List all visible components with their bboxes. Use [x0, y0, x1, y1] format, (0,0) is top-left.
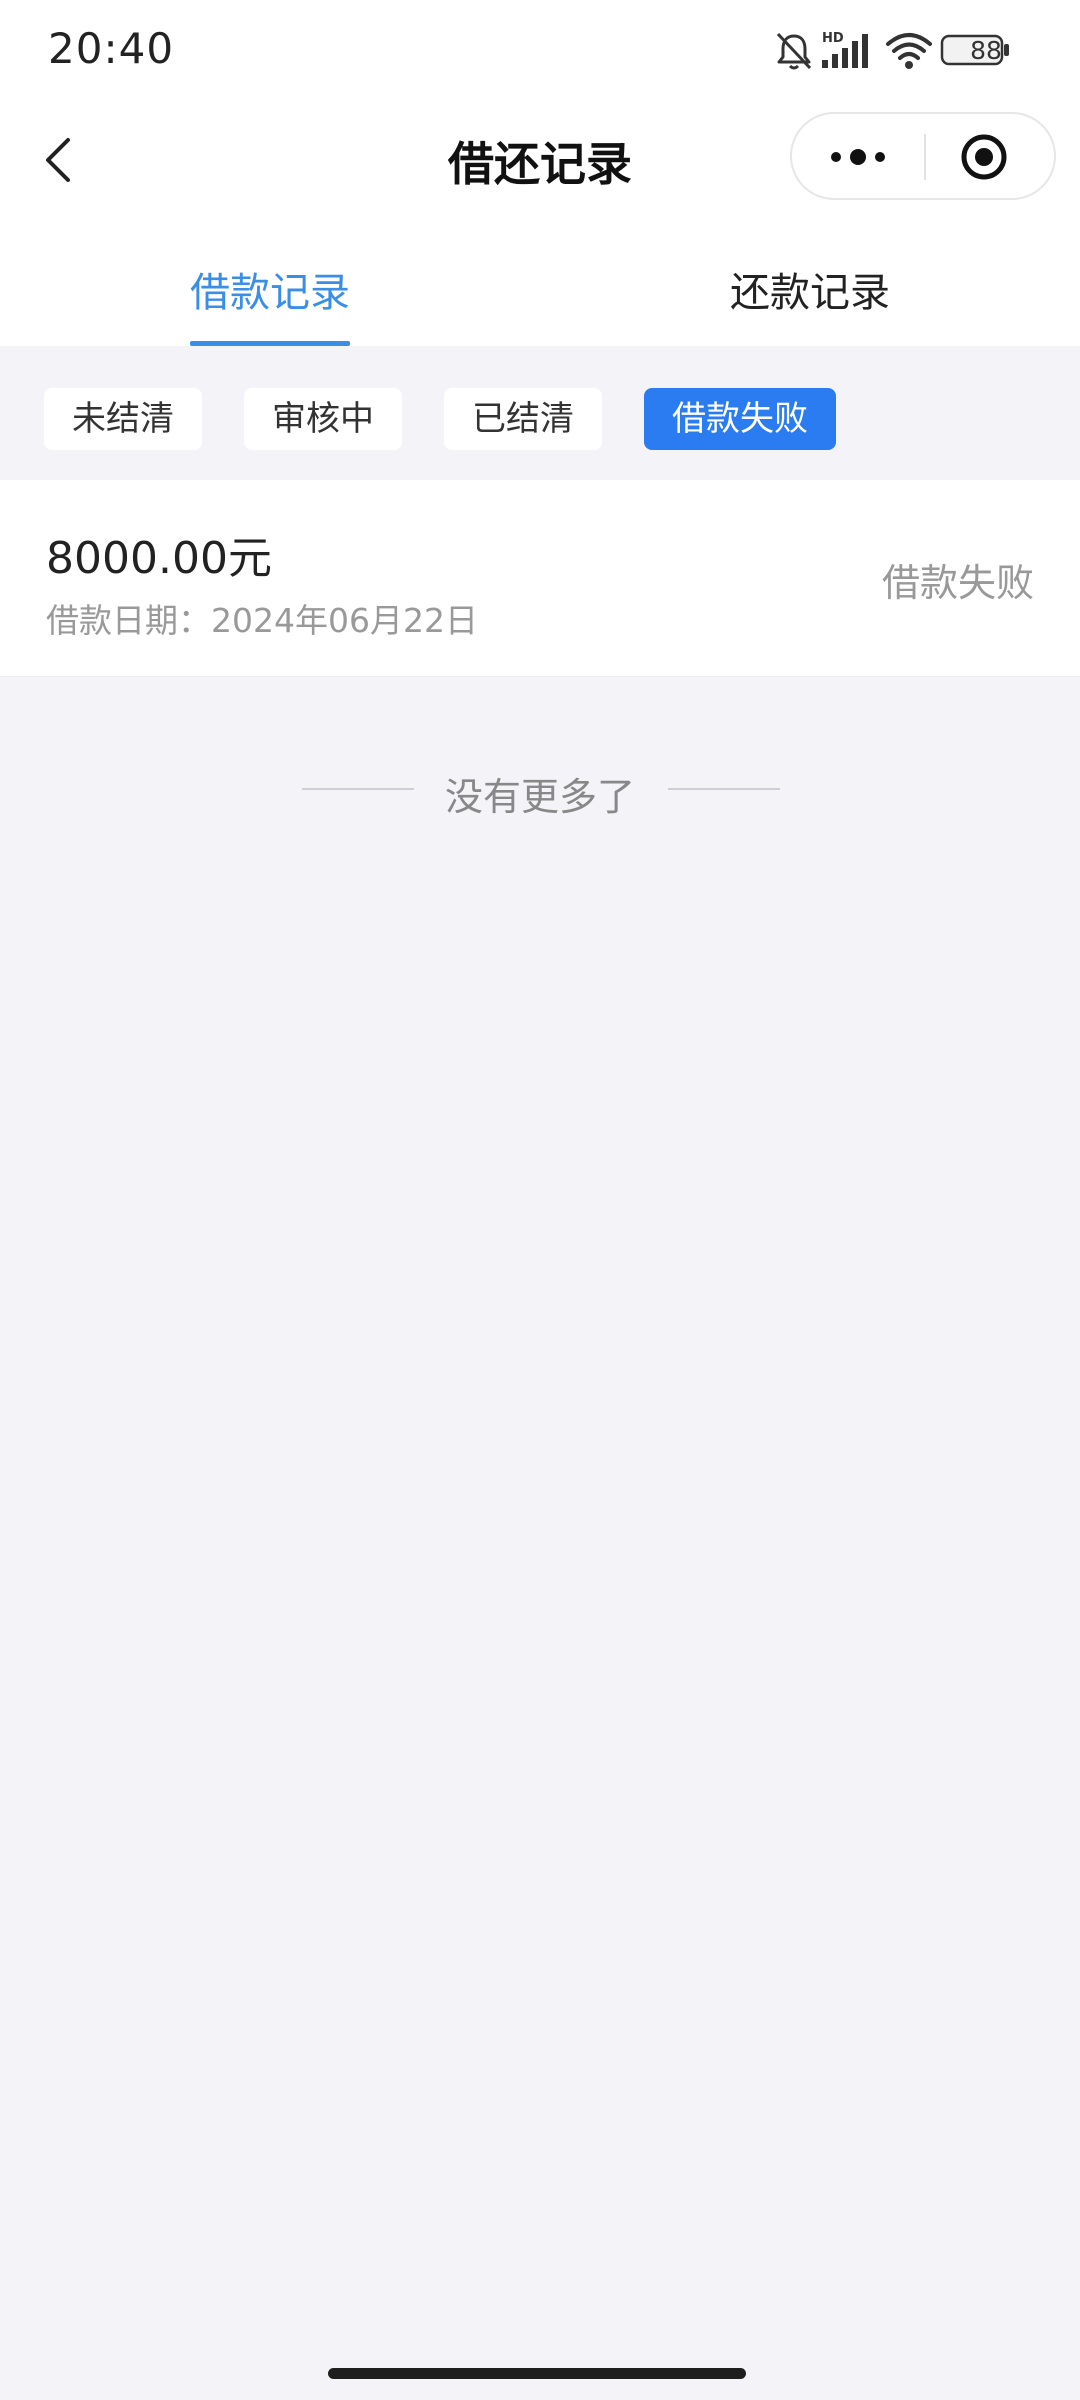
record-tabs: 借款记录 还款记录	[0, 220, 1080, 346]
status-filters: 未结清 审核中 已结清 借款失败	[0, 346, 1080, 480]
loan-date: 2024年06月22日	[211, 601, 478, 640]
bell-off-icon	[776, 32, 812, 70]
target-circle-icon[interactable]	[928, 116, 1054, 196]
tab-label: 还款记录	[730, 270, 890, 316]
filter-under-review[interactable]: 审核中	[244, 388, 402, 450]
divider-line	[668, 788, 780, 790]
tab-borrow-records[interactable]: 借款记录	[90, 220, 450, 346]
home-indicator[interactable]	[328, 2368, 746, 2379]
battery-level: 88	[970, 36, 1002, 65]
filter-loan-failed[interactable]: 借款失败	[644, 388, 836, 450]
no-more-text: 没有更多了	[444, 775, 635, 819]
loan-status: 借款失败	[881, 561, 1034, 605]
list-item[interactable]: 8000.00元 借款日期：2024年06月22日 借款失败	[0, 480, 1080, 677]
filter-settled[interactable]: 已结清	[444, 388, 602, 450]
nav-bar: 借还记录	[0, 100, 1080, 220]
list-end: 没有更多了	[0, 760, 1080, 820]
tab-label: 借款记录	[190, 270, 350, 316]
loan-date-label: 借款日期：	[46, 601, 211, 640]
status-time: 20:40	[48, 24, 175, 73]
capsule-divider	[924, 134, 926, 180]
wifi-icon	[886, 33, 932, 69]
signal-icon: HD	[822, 31, 868, 68]
network-label: HD	[822, 31, 844, 46]
mini-program-capsule	[790, 112, 1056, 200]
page-title: 借还记录	[448, 137, 632, 191]
status-bar: 20:40 HD 88	[0, 0, 1080, 100]
status-icons: HD	[740, 0, 1080, 100]
chevron-left-icon[interactable]	[38, 130, 82, 190]
filter-unsettled[interactable]: 未结清	[44, 388, 202, 450]
tab-repay-records[interactable]: 还款记录	[630, 220, 990, 346]
loan-amount: 8000.00元	[46, 533, 272, 584]
loan-date-row: 借款日期：2024年06月22日	[46, 594, 478, 642]
more-dots-icon[interactable]	[794, 116, 924, 196]
